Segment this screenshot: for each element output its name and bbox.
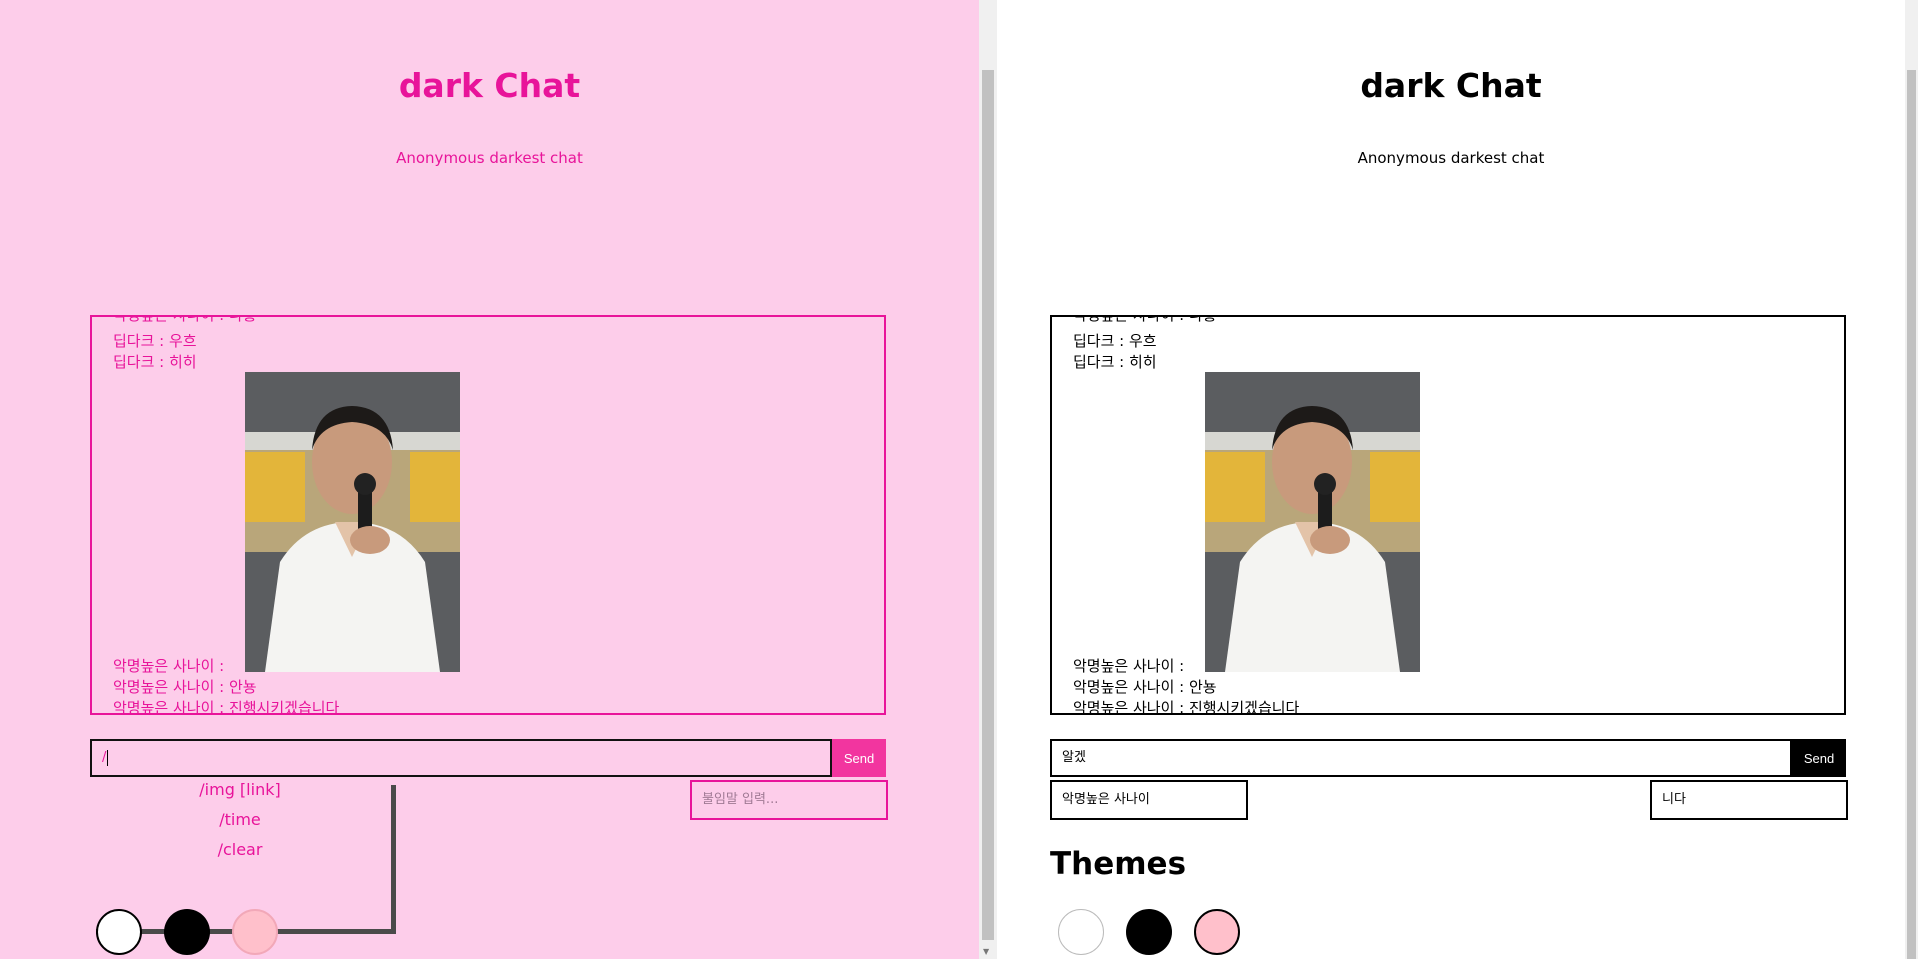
theme-swatch-black[interactable] [1126, 909, 1172, 955]
send-button[interactable]: Send [832, 739, 886, 777]
chat-log[interactable]: 악명높은 사나이 : 나홍 딥다크 : 우흐 딥다크 : 히히 악명높은 사나이… [1050, 315, 1846, 715]
chat-image [1205, 372, 1420, 672]
chat-image [245, 372, 460, 672]
chat-message: 딥다크 : 우흐 [113, 332, 197, 350]
page-subtitle: Anonymous darkest chat [396, 149, 583, 167]
chat-message: 딥다크 : 우흐 [1073, 332, 1157, 350]
chat-message: 악명높은 사나이 : 진행시키겠습니다 [113, 699, 340, 715]
scroll-down-arrow-icon[interactable]: ▼ [983, 947, 989, 956]
nickname-input[interactable]: 악명높은 사나이 [1050, 780, 1248, 820]
page-subtitle: Anonymous darkest chat [1357, 149, 1545, 167]
chat-message: 딥다크 : 히히 [1073, 353, 1157, 371]
nickname-input[interactable]: 불임말 입력... [690, 780, 888, 820]
page-title: dark Chat [398, 66, 581, 105]
left-chat-window: dark Chat Anonymous darkest chat 악명높은 사나… [0, 0, 979, 959]
suffix-input[interactable]: 니다 [1650, 780, 1848, 820]
command-option-time[interactable]: /time [90, 810, 390, 829]
theme-swatch-white[interactable] [1058, 909, 1104, 955]
scrollbar-thumb[interactable] [1907, 70, 1916, 959]
chat-message: 악명높은 사나이 : 진행시키겠습니다 [1073, 699, 1300, 715]
command-option-img[interactable]: /img [link] [90, 780, 390, 799]
chat-log[interactable]: 악명높은 사나이 : 나홍 딥다크 : 우흐 딥다크 : 히히 악명높은 사나이… [90, 315, 886, 715]
message-input[interactable]: 알겠 [1050, 739, 1792, 777]
theme-swatch-pink[interactable] [1194, 909, 1240, 955]
message-input[interactable]: / [90, 739, 832, 777]
right-chat-window: dark Chat Anonymous darkest chat 악명높은 사나… [997, 0, 1905, 959]
dropdown-shadow [391, 785, 396, 933]
chat-message: 악명높은 사나이 : 나홍 [1073, 315, 1217, 324]
page-title: dark Chat [1360, 66, 1542, 105]
send-button[interactable]: Send [1792, 739, 1846, 777]
command-suggestions: /img [link] /time /clear [90, 775, 390, 931]
chat-message: 악명높은 사나이 : 안뇽 [113, 678, 257, 696]
chat-message: 악명높은 사나이 : 나홍 [113, 315, 257, 324]
command-option-clear[interactable]: /clear [90, 840, 390, 859]
scrollbar-thumb[interactable] [982, 70, 994, 940]
text-caret [107, 749, 109, 766]
themes-heading: Themes [1050, 846, 1187, 882]
chat-message: 딥다크 : 히히 [113, 353, 197, 371]
chat-message: 악명높은 사나이 : [1073, 657, 1185, 675]
scrollbar[interactable] [1905, 0, 1918, 959]
scrollbar[interactable]: ▼ [979, 0, 997, 959]
chat-message: 악명높은 사나이 : [113, 657, 225, 675]
chat-message: 악명높은 사나이 : 안뇽 [1073, 678, 1217, 696]
